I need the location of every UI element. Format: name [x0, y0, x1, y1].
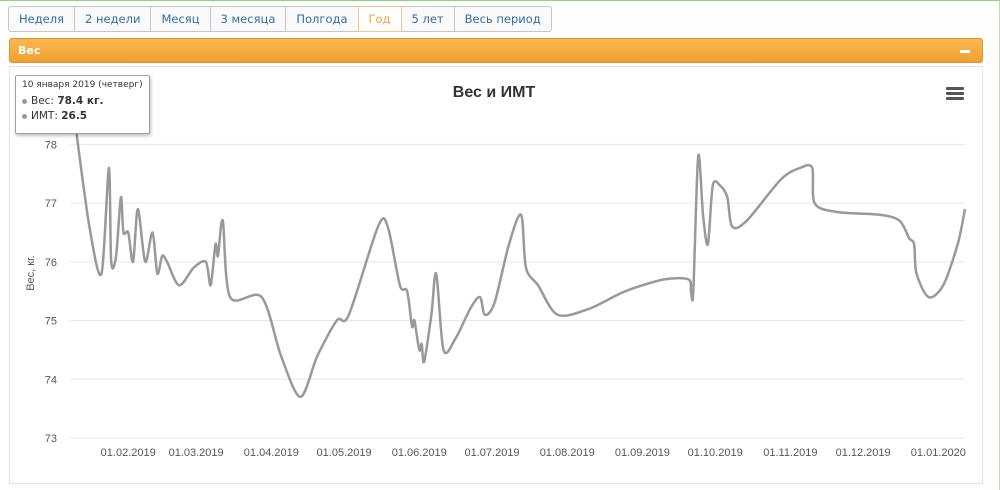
weight-chart[interactable]: 73 74 75 76 77 78 01.02.2019 01.03.2019 01.04.2…: [10, 67, 982, 483]
period-tabs: Неделя 2 недели Месяц 3 месяца Полгода Г…: [8, 6, 552, 32]
y-tick-label: 77: [45, 198, 57, 210]
tooltip-weight-label: Вес:: [31, 95, 58, 107]
y-tick-label: 76: [45, 257, 57, 269]
hamburger-menu-icon[interactable]: [946, 87, 964, 101]
x-tick-label: 01.03.2019: [169, 447, 224, 459]
x-tick-label: 01.07.2019: [465, 447, 520, 459]
x-tick-label: 01.06.2019: [392, 447, 447, 459]
x-tick-label: 01.12.2019: [836, 447, 891, 459]
weight-series-line[interactable]: [73, 120, 967, 399]
bullet-icon: [22, 98, 27, 104]
tab-half-year[interactable]: Полгода: [285, 6, 359, 32]
y-tick-label: 75: [45, 316, 57, 328]
y-axis-ticks: 73 74 75 76 77 78: [45, 139, 57, 445]
y-tick-label: 73: [45, 433, 57, 445]
chart-container: 73 74 75 76 77 78 01.02.2019 01.03.2019 01.04.2…: [9, 66, 983, 484]
x-tick-label: 01.11.2019: [763, 447, 817, 459]
x-tick-label: 01.02.2019: [101, 447, 156, 459]
x-axis-ticks: 01.02.2019 01.03.2019 01.04.2019 01.05.2019…: [101, 447, 966, 459]
tab-all-time[interactable]: Весь период: [453, 6, 552, 32]
panel-title: Вес: [18, 44, 41, 57]
y-tick-label: 74: [45, 374, 57, 386]
tooltip-bmi-label: ИМТ:: [31, 110, 62, 122]
chart-title: Вес и ИМТ: [453, 84, 536, 101]
y-tick-label: 78: [45, 139, 57, 151]
tab-week[interactable]: Неделя: [8, 6, 76, 32]
minus-icon[interactable]: [960, 50, 970, 53]
tooltip-date: 10 января 2019 (четверг): [22, 80, 143, 90]
chart-tooltip: 10 января 2019 (четверг) Вес: 78.4 кг. И…: [15, 75, 150, 134]
tooltip-weight: Вес: 78.4 кг.: [22, 94, 143, 109]
y-axis-label: Вес, кг.: [25, 255, 37, 291]
bullet-icon: [22, 113, 27, 119]
chart-grid: [70, 143, 965, 439]
x-tick-label: 01.08.2019: [540, 447, 595, 459]
tooltip-weight-value: 78.4 кг.: [57, 95, 104, 107]
tab-year[interactable]: Год: [357, 6, 402, 32]
x-tick-label: 01.01.2020: [911, 447, 966, 459]
x-tick-label: 01.10.2019: [688, 447, 743, 459]
tab-5-years[interactable]: 5 лет: [400, 6, 455, 32]
x-tick-label: 01.05.2019: [317, 447, 372, 459]
x-tick-label: 01.04.2019: [244, 447, 299, 459]
x-tick-label: 01.09.2019: [615, 447, 670, 459]
tooltip-bmi: ИМТ: 26.5: [22, 109, 143, 124]
tooltip-bmi-value: 26.5: [61, 110, 88, 122]
tab-2-weeks[interactable]: 2 недели: [74, 6, 152, 32]
tab-3-months[interactable]: 3 месяца: [209, 6, 287, 32]
weight-panel-header[interactable]: Вес: [9, 38, 983, 63]
tab-month[interactable]: Месяц: [150, 6, 211, 32]
